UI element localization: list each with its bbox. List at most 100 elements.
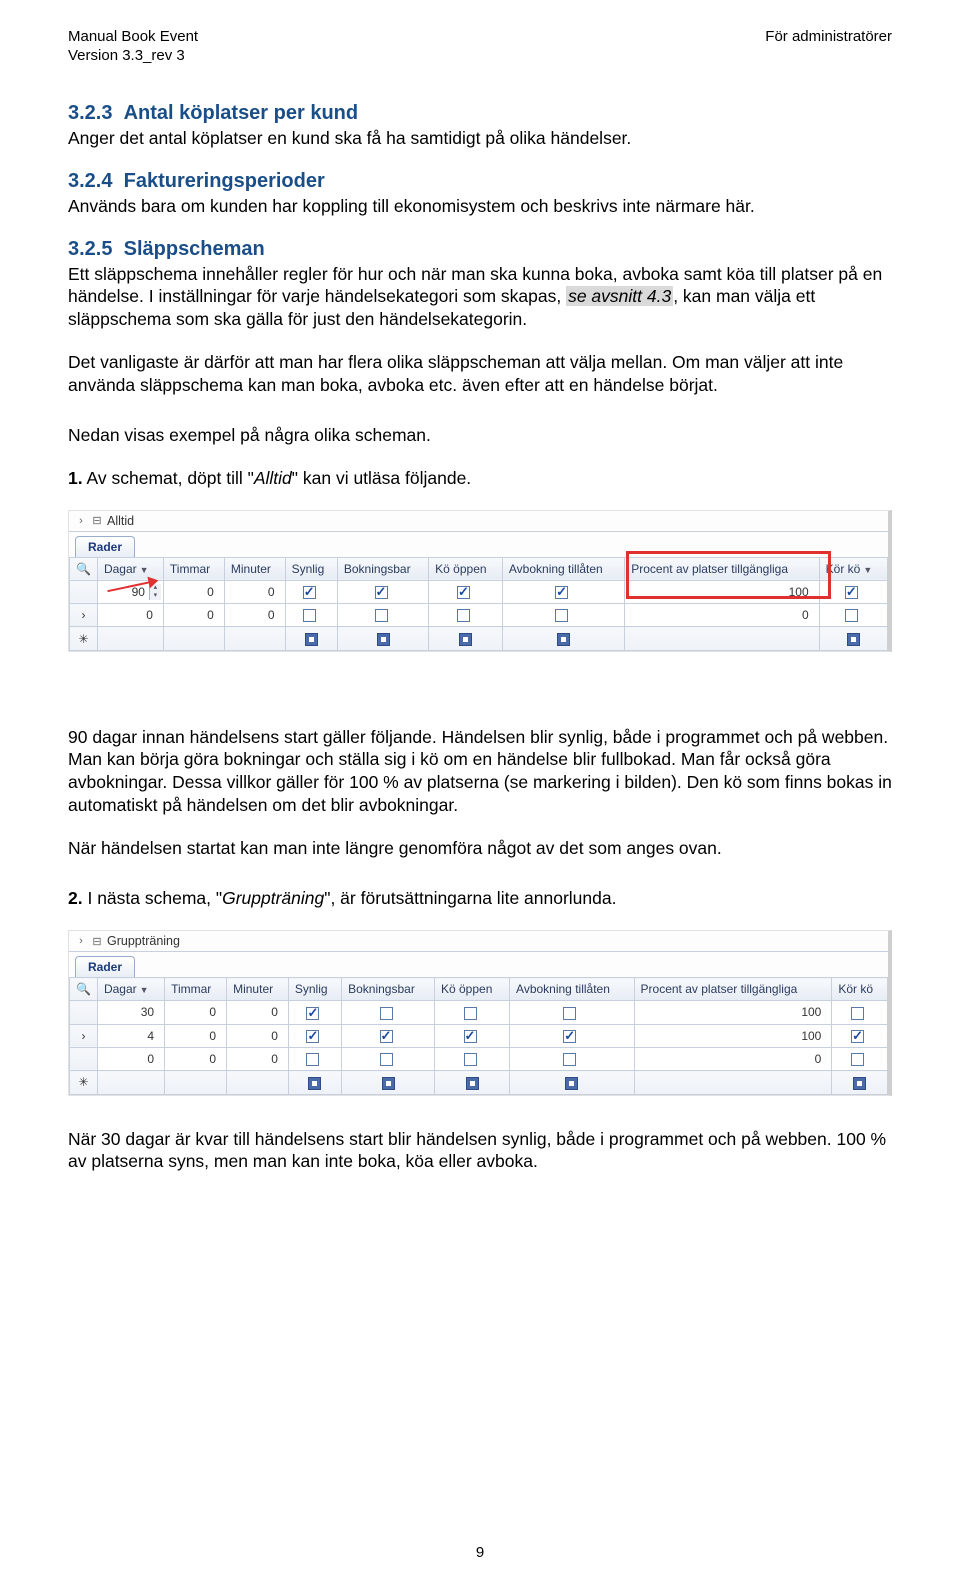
cell-procent[interactable]: 100 xyxy=(625,580,819,603)
checkbox-kor-ko[interactable] xyxy=(851,1030,864,1043)
col-bokningsbar[interactable]: Bokningsbar xyxy=(342,978,435,1001)
cell-timmar[interactable]: 0 xyxy=(163,580,224,603)
grid-row[interactable]: › 0 0 0 0 xyxy=(70,604,888,627)
checkbox-synlig[interactable] xyxy=(306,1030,319,1043)
cell-minuter[interactable]: 0 xyxy=(227,1047,289,1070)
cell-dagar[interactable]: 0 xyxy=(97,604,163,627)
tab-rader[interactable]: Rader xyxy=(75,956,135,977)
col-dagar[interactable]: Dagar▼ xyxy=(97,978,164,1001)
col-dagar[interactable]: Dagar▼ xyxy=(97,557,163,580)
cell-minuter[interactable]: 0 xyxy=(227,1024,289,1047)
col-bokningsbar[interactable]: Bokningsbar xyxy=(337,557,428,580)
tab-rader[interactable]: Rader xyxy=(75,536,135,557)
cell-procent[interactable]: 0 xyxy=(625,604,819,627)
cell-dagar[interactable]: 4 xyxy=(97,1024,164,1047)
checkbox-synlig[interactable] xyxy=(306,1007,319,1020)
checkbox-kor-ko[interactable] xyxy=(845,586,858,599)
row-expand-icon[interactable]: › xyxy=(70,604,98,627)
cell-dagar[interactable]: 30 xyxy=(97,1001,164,1024)
new-row-icon[interactable]: ✳ xyxy=(70,1071,98,1094)
paragraph: Anger det antal köplatser en kund ska få… xyxy=(68,127,892,150)
checkbox-mixed xyxy=(308,1077,321,1090)
checkbox-avbokning[interactable] xyxy=(555,609,568,622)
checkbox-bokningsbar[interactable] xyxy=(380,1007,393,1020)
checkbox-mixed xyxy=(305,633,318,646)
cell-procent[interactable]: 100 xyxy=(634,1001,832,1024)
checkbox-avbokning[interactable] xyxy=(563,1030,576,1043)
checkbox-kor-ko[interactable] xyxy=(845,609,858,622)
cell-procent[interactable]: 100 xyxy=(634,1024,832,1047)
heading-num: 3.2.4 xyxy=(68,170,112,192)
cell-minuter[interactable]: 0 xyxy=(224,604,285,627)
checkbox-mixed xyxy=(466,1077,479,1090)
cell-minuter[interactable]: 0 xyxy=(227,1001,289,1024)
grid-row[interactable]: › 4 0 0 100 xyxy=(70,1024,888,1047)
cell-procent[interactable]: 0 xyxy=(634,1047,832,1070)
grid-row[interactable]: 30 0 0 100 xyxy=(70,1001,888,1024)
checkbox-avbokning[interactable] xyxy=(555,586,568,599)
heading-3-2-4: 3.2.4 Faktureringsperioder xyxy=(68,170,892,193)
search-icon-cell[interactable]: 🔍 xyxy=(70,557,98,580)
col-minuter[interactable]: Minuter xyxy=(224,557,285,580)
checkbox-synlig[interactable] xyxy=(303,609,316,622)
cell-timmar[interactable]: 0 xyxy=(165,1001,227,1024)
list-number: 1. xyxy=(68,468,83,488)
col-synlig[interactable]: Synlig xyxy=(285,557,337,580)
checkbox-kor-ko[interactable] xyxy=(851,1007,864,1020)
cell-minuter[interactable]: 0 xyxy=(224,580,285,603)
checkbox-avbokning[interactable] xyxy=(563,1053,576,1066)
paragraph: 2. I nästa schema, "Gruppträning", är fö… xyxy=(68,887,892,910)
checkbox-ko-oppen[interactable] xyxy=(464,1053,477,1066)
checkbox-avbokning[interactable] xyxy=(563,1007,576,1020)
col-avbokning[interactable]: Avbokning tillåten xyxy=(502,557,624,580)
spinner-down-icon[interactable]: ▾ xyxy=(149,592,161,600)
checkbox-synlig[interactable] xyxy=(306,1053,319,1066)
col-kor-ko[interactable]: Kör kö▼ xyxy=(819,557,887,580)
col-procent[interactable]: Procent av platser tillgängliga xyxy=(634,978,832,1001)
new-row-icon[interactable]: ✳ xyxy=(70,627,98,650)
checkbox-ko-oppen[interactable] xyxy=(464,1007,477,1020)
col-avbokning[interactable]: Avbokning tillåten xyxy=(510,978,635,1001)
cell-timmar[interactable]: 0 xyxy=(165,1024,227,1047)
heading-text: Antal köplatser per kund xyxy=(124,102,359,124)
cell-timmar[interactable]: 0 xyxy=(163,604,224,627)
spinner-up-icon[interactable]: ▴ xyxy=(149,584,161,592)
checkbox-bokningsbar[interactable] xyxy=(380,1053,393,1066)
paragraph: Nedan visas exempel på några olika schem… xyxy=(68,424,892,447)
checkbox-ko-oppen[interactable] xyxy=(457,609,470,622)
checkbox-mixed xyxy=(847,633,860,646)
row-handle[interactable] xyxy=(70,580,98,603)
checkbox-mixed xyxy=(382,1077,395,1090)
heading-text: Faktureringsperioder xyxy=(124,170,325,192)
col-synlig[interactable]: Synlig xyxy=(288,978,341,1001)
col-timmar[interactable]: Timmar xyxy=(165,978,227,1001)
checkbox-ko-oppen[interactable] xyxy=(464,1030,477,1043)
cell-dagar[interactable]: 0 xyxy=(97,1047,164,1070)
checkbox-mixed xyxy=(377,633,390,646)
grid-row[interactable]: 90▴▾ 0 0 100 xyxy=(70,580,888,603)
grid-row[interactable]: 0 0 0 0 xyxy=(70,1047,888,1070)
page-header: Manual Book Event För administratörer xyxy=(68,28,892,45)
col-ko-oppen[interactable]: Kö öppen xyxy=(435,978,510,1001)
sort-desc-icon: ▼ xyxy=(140,985,149,995)
paragraph: När händelsen startat kan man inte längr… xyxy=(68,837,892,860)
search-icon-cell[interactable]: 🔍 xyxy=(70,978,98,1001)
row-expand-icon[interactable]: › xyxy=(70,1024,98,1047)
checkbox-bokningsbar[interactable] xyxy=(380,1030,393,1043)
col-kor-ko[interactable]: Kör kö xyxy=(832,978,888,1001)
paragraph: 1. Av schemat, döpt till "Alltid" kan vi… xyxy=(68,467,892,490)
col-procent[interactable]: Procent av platser tillgängliga xyxy=(625,557,819,580)
dagar-spinner[interactable]: 90▴▾ xyxy=(98,583,163,601)
schedule-grid: 🔍 Dagar▼ Timmar Minuter Synlig Bokningsb… xyxy=(69,557,888,651)
tree-node[interactable]: › ⊟ Alltid xyxy=(69,511,888,531)
col-minuter[interactable]: Minuter xyxy=(227,978,289,1001)
col-ko-oppen[interactable]: Kö öppen xyxy=(429,557,503,580)
checkbox-kor-ko[interactable] xyxy=(851,1053,864,1066)
checkbox-ko-oppen[interactable] xyxy=(457,586,470,599)
checkbox-bokningsbar[interactable] xyxy=(375,586,388,599)
checkbox-bokningsbar[interactable] xyxy=(375,609,388,622)
checkbox-synlig[interactable] xyxy=(303,586,316,599)
tree-node[interactable]: › ⊟ Gruppträning xyxy=(69,931,888,951)
col-timmar[interactable]: Timmar xyxy=(163,557,224,580)
cell-timmar[interactable]: 0 xyxy=(165,1047,227,1070)
